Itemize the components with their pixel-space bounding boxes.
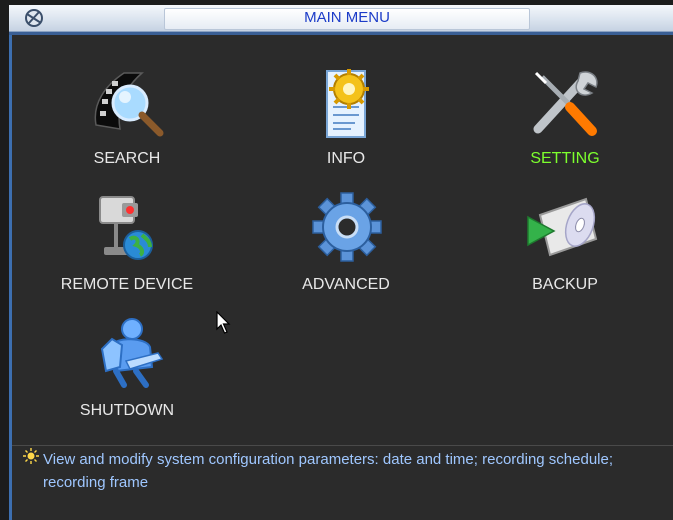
menu-item-setting[interactable]: SETTING: [465, 63, 665, 181]
lightbulb-icon: [23, 448, 39, 464]
hint-text: View and modify system configuration par…: [43, 451, 614, 491]
hint-divider: [12, 445, 673, 446]
mouse-pointer-icon: [216, 311, 231, 334]
menu-label-info: INFO: [326, 150, 366, 167]
menu-item-advanced[interactable]: ADVANCED: [246, 189, 446, 307]
menu-item-shutdown[interactable]: SHUTDOWN: [27, 315, 227, 433]
menu-item-remote-device[interactable]: REMOTE DEVICE: [27, 189, 227, 307]
menu-item-info[interactable]: INFO: [246, 63, 446, 181]
menu-item-search[interactable]: SEARCH: [27, 63, 227, 181]
main-menu-window: MAIN MENU SEARCH INFO SETTING REMOTE DEV…: [9, 5, 673, 520]
menu-label-remote-device: REMOTE DEVICE: [60, 276, 194, 293]
info-document-icon: [326, 69, 369, 138]
menu-item-backup[interactable]: BACKUP: [465, 189, 665, 307]
gear-icon: [312, 192, 382, 262]
backup-disc-icon: [527, 197, 598, 257]
title-bar: MAIN MENU: [9, 5, 673, 32]
menu-label-backup: BACKUP: [532, 276, 598, 293]
window-title: MAIN MENU: [304, 9, 390, 26]
menu-label-search: SEARCH: [93, 150, 161, 167]
shutdown-user-icon: [100, 318, 164, 388]
camera-logo-icon: [25, 9, 43, 27]
menu-label-advanced: ADVANCED: [302, 276, 390, 293]
left-accent-bar: [9, 35, 12, 520]
title-underline: [9, 32, 673, 35]
menu-label-shutdown: SHUTDOWN: [79, 402, 175, 419]
remote-camera-icon: [99, 196, 153, 260]
menu-label-setting: SETTING: [530, 150, 600, 167]
tools-icon: [533, 71, 598, 136]
search-film-icon: [94, 72, 164, 137]
